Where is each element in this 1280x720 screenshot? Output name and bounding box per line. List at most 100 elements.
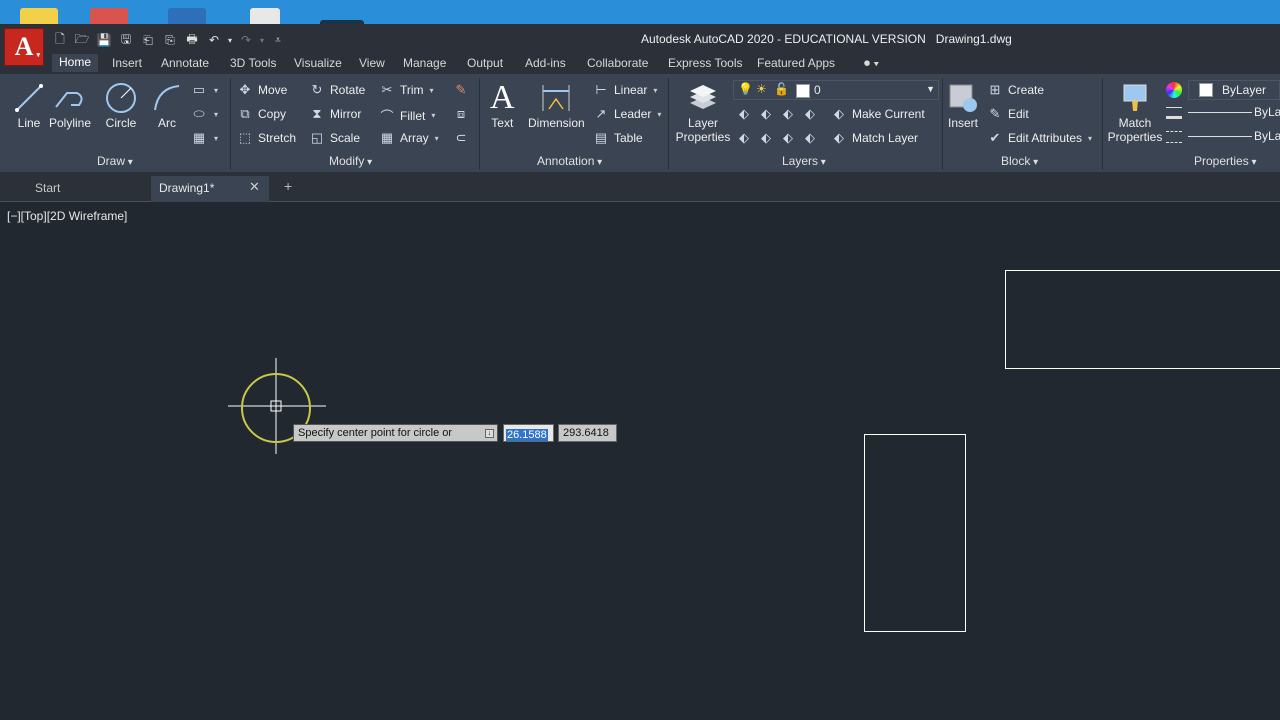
ellipse-button[interactable]: ⬭ ▾: [190, 106, 218, 122]
match-layer-button[interactable]: ⬖ Match Layer: [830, 130, 918, 146]
circle-button[interactable]: Circle: [104, 80, 138, 130]
stretch-button[interactable]: ⬚ Stretch: [236, 130, 296, 146]
close-icon[interactable]: ✕: [249, 179, 260, 195]
layer-thaw-icon[interactable]: ⬖: [779, 130, 797, 146]
undo-dropdown-icon[interactable]: ▾: [226, 31, 234, 49]
open-file-icon[interactable]: 🗁: [72, 31, 92, 49]
panel-divider: [668, 78, 669, 170]
dimension-button[interactable]: Dimension: [528, 80, 585, 130]
web-open-icon[interactable]: ⎗: [138, 31, 158, 49]
color-picker-icon[interactable]: [1166, 82, 1182, 98]
make-current-button[interactable]: ⬖ Make Current: [830, 106, 925, 122]
block-panel-title[interactable]: Block: [1001, 154, 1038, 168]
layer-off-icon[interactable]: ⬖: [735, 106, 753, 122]
tab-express-tools[interactable]: Express Tools: [668, 56, 742, 70]
line-button[interactable]: Line: [14, 80, 44, 130]
layer-unlock-icon[interactable]: ⬖: [801, 130, 819, 146]
rectangle-button[interactable]: ▭ ▾: [190, 82, 218, 98]
windows-taskbar: [0, 0, 1280, 24]
linetype-icon[interactable]: [1166, 131, 1182, 143]
tab-annotate[interactable]: Annotate: [161, 56, 209, 70]
acrobat-icon[interactable]: [90, 8, 128, 24]
color-dropdown[interactable]: ByLayer: [1188, 80, 1280, 100]
document-icon[interactable]: [250, 8, 280, 24]
draw-panel-title[interactable]: Draw: [97, 154, 133, 168]
fillet-button[interactable]: ⌒ Fillet ▾: [378, 106, 435, 125]
edit-attributes-button[interactable]: ✔ Edit Attributes ▾: [986, 130, 1093, 146]
viewport-controls[interactable]: [−][Top][2D Wireframe]: [7, 209, 127, 223]
layer-freeze-icon[interactable]: ⬖: [779, 106, 797, 122]
layer-dropdown[interactable]: 💡 ☀ 🔓 0 ▼: [733, 80, 939, 100]
lineweight-icon[interactable]: [1166, 107, 1182, 119]
web-save-icon[interactable]: ⎘: [160, 31, 180, 49]
layer-isolate-icon[interactable]: ⬖: [757, 106, 775, 122]
tab-3d-tools[interactable]: 3D Tools: [230, 56, 276, 70]
polyline-button[interactable]: Polyline: [49, 80, 91, 130]
create-block-icon: ⊞: [989, 82, 1001, 97]
redo-icon[interactable]: ↷: [236, 31, 256, 49]
layer-on-icon[interactable]: ⬖: [735, 130, 753, 146]
tab-visualize[interactable]: Visualize: [294, 56, 342, 70]
edit-block-button[interactable]: ✎ Edit: [986, 106, 1029, 122]
rotate-button[interactable]: ↻ Rotate: [308, 82, 366, 98]
new-tab-icon[interactable]: +: [284, 178, 292, 194]
ribbon-toggle-icon[interactable]: ⏺ ▾: [864, 56, 879, 71]
undo-icon[interactable]: ↶: [204, 31, 224, 49]
tab-home[interactable]: Home: [52, 54, 99, 72]
document-title: Drawing1.dwg: [935, 32, 1012, 46]
drawing-canvas[interactable]: [0, 202, 1280, 720]
leader-button[interactable]: ↗ Leader ▾: [592, 106, 662, 122]
mirror-button[interactable]: ⧗ Mirror: [308, 106, 361, 122]
scale-button[interactable]: ◱ Scale: [308, 130, 360, 146]
chevron-down-icon[interactable]: ↓: [485, 429, 494, 438]
line-label: Line: [17, 116, 41, 130]
save-icon[interactable]: 💾: [94, 31, 114, 49]
linear-button[interactable]: ⊢ Linear ▾: [592, 82, 657, 98]
publisher-icon[interactable]: [168, 8, 206, 24]
lineweight-dropdown[interactable]: ByLa: [1188, 128, 1280, 146]
tab-view[interactable]: View: [359, 56, 385, 70]
rotate-icon: ↻: [311, 82, 323, 97]
annotation-panel-title[interactable]: Annotation: [537, 154, 602, 168]
layer-lock-icon[interactable]: ⬖: [801, 106, 819, 122]
trim-button[interactable]: ✂ Trim ▾: [378, 82, 434, 98]
copy-button[interactable]: ⧉ Copy: [236, 106, 286, 122]
folder-icon[interactable]: [20, 8, 58, 24]
rectangle-entity[interactable]: [864, 434, 966, 632]
save-as-icon[interactable]: 🖫: [116, 31, 136, 49]
explode-button[interactable]: ⧈: [452, 106, 470, 122]
erase-button[interactable]: ✎: [452, 82, 470, 98]
redo-dropdown-icon[interactable]: ▾: [258, 31, 266, 49]
new-file-icon[interactable]: 🗋: [50, 31, 70, 49]
tab-manage[interactable]: Manage: [403, 56, 446, 70]
tab-insert[interactable]: Insert: [112, 56, 142, 70]
tab-output[interactable]: Output: [467, 56, 503, 70]
modify-panel-title[interactable]: Modify: [329, 154, 372, 168]
tab-collaborate[interactable]: Collaborate: [587, 56, 648, 70]
y-coordinate-input[interactable]: 293.6418: [558, 424, 617, 442]
table-button[interactable]: ▤ Table: [592, 130, 643, 146]
match-properties-button[interactable]: Match Properties: [1106, 80, 1164, 144]
layer-properties-button[interactable]: Layer Properties: [673, 80, 733, 144]
plot-icon[interactable]: 🖶: [182, 31, 202, 49]
application-menu-button[interactable]: A ▾: [4, 28, 44, 66]
properties-panel-title[interactable]: Properties: [1194, 154, 1257, 168]
move-button[interactable]: ✥ Move: [236, 82, 288, 98]
tab-start[interactable]: Start: [35, 181, 60, 195]
tab-featured-apps[interactable]: Featured Apps: [757, 56, 835, 70]
layer-unisolate-icon[interactable]: ⬖: [757, 130, 775, 146]
insert-block-button[interactable]: Insert: [946, 80, 980, 130]
x-coordinate-input[interactable]: 26.1588: [503, 424, 554, 442]
linetype-dropdown[interactable]: ByLa: [1188, 104, 1280, 122]
array-button[interactable]: ▦ Array ▾: [378, 130, 439, 146]
layer-properties-label: Layer Properties: [675, 116, 731, 144]
hatch-button[interactable]: ▦ ▾: [190, 130, 218, 146]
text-button[interactable]: A Text: [490, 79, 515, 130]
rectangle-entity[interactable]: [1005, 270, 1280, 369]
tab-add-ins[interactable]: Add-ins: [525, 56, 566, 70]
create-block-button[interactable]: ⊞ Create: [986, 82, 1044, 98]
offset-button[interactable]: ⊂: [452, 130, 470, 146]
arc-button[interactable]: Arc: [152, 80, 182, 130]
layers-panel-title[interactable]: Layers: [782, 154, 826, 168]
customize-qat-icon[interactable]: ⩡: [268, 31, 288, 49]
